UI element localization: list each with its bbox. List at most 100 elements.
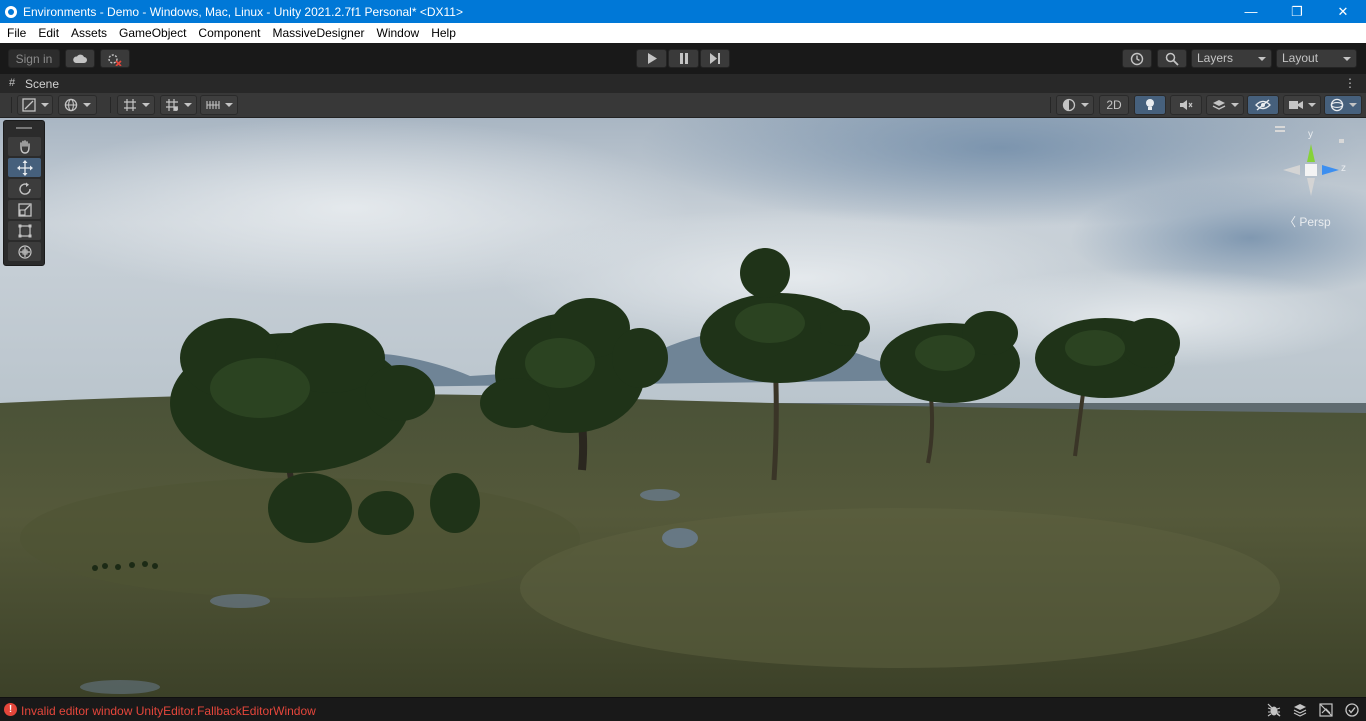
- play-icon: [647, 53, 657, 64]
- chevron-down-icon: [1258, 57, 1266, 61]
- effects-dropdown[interactable]: [1206, 95, 1244, 115]
- tab-options-button[interactable]: ⋮: [1344, 76, 1356, 90]
- toolbar-divider: [11, 97, 12, 113]
- scene-toolbar: 2D: [0, 93, 1366, 118]
- gizmo-y-label: y: [1308, 129, 1313, 140]
- scene-grid-icon: #: [9, 77, 16, 89]
- camera-icon: [1288, 101, 1303, 109]
- chevron-down-icon: [184, 103, 192, 107]
- move-arrows-icon: [16, 159, 33, 176]
- scene-tab-bar: # Scene ⋮: [0, 73, 1366, 93]
- rect-tool[interactable]: [8, 221, 41, 240]
- move-tool[interactable]: [8, 158, 41, 177]
- shading-sphere-icon: [1062, 98, 1075, 112]
- ruler-icon: [205, 101, 220, 109]
- scene-visibility-button[interactable]: [1247, 95, 1279, 115]
- chevron-down-icon: [1343, 57, 1351, 61]
- pause-button[interactable]: [668, 49, 699, 68]
- audio-toggle-button[interactable]: [1170, 95, 1202, 115]
- unity-logo-icon: [5, 5, 17, 18]
- globe-icon: [64, 98, 78, 112]
- restore-button[interactable]: ❐: [1274, 0, 1320, 23]
- eye-hidden-icon: [1255, 99, 1271, 111]
- scene-render: [0, 118, 1366, 697]
- play-button[interactable]: [636, 49, 667, 68]
- scene-viewport[interactable]: [0, 118, 1366, 697]
- lighting-toggle-button[interactable]: [1134, 95, 1166, 115]
- cloud-button[interactable]: [65, 49, 95, 68]
- chevron-down-icon: [1307, 103, 1316, 107]
- grid-snap-dropdown[interactable]: [117, 95, 155, 115]
- menu-bar: File Edit Assets GameObject Component Ma…: [0, 23, 1366, 43]
- shading-mode-dropdown[interactable]: [1056, 95, 1094, 115]
- rotate-tool[interactable]: [8, 179, 41, 198]
- menu-gameobject[interactable]: GameObject: [113, 23, 192, 43]
- gizmos-dropdown[interactable]: [1324, 95, 1362, 115]
- hand-tool[interactable]: [8, 137, 41, 156]
- menu-window[interactable]: Window: [371, 23, 426, 43]
- grid-visibility-dropdown[interactable]: [160, 95, 197, 115]
- layers-icon: [1293, 704, 1307, 717]
- auto-generate-lighting-button[interactable]: [1344, 702, 1360, 718]
- search-button[interactable]: [1157, 49, 1187, 68]
- step-icon: [709, 53, 720, 64]
- grid-icon: [166, 99, 178, 111]
- progress-button[interactable]: [1292, 702, 1308, 718]
- menu-assets[interactable]: Assets: [65, 23, 113, 43]
- increment-snap-dropdown[interactable]: [200, 95, 238, 115]
- menu-file[interactable]: File: [1, 23, 32, 43]
- cache-server-button[interactable]: [1318, 702, 1334, 718]
- close-button[interactable]: ✕: [1320, 0, 1366, 23]
- history-icon: [1130, 52, 1144, 65]
- tab-scene[interactable]: Scene: [25, 77, 59, 91]
- error-icon: !: [4, 703, 17, 716]
- pivot-dropdown[interactable]: [58, 95, 97, 115]
- layout-dropdown[interactable]: Layout: [1276, 49, 1357, 68]
- menu-component[interactable]: Component: [192, 23, 266, 43]
- overlay-drag-handle[interactable]: [16, 127, 32, 129]
- network-icon: [1319, 703, 1333, 717]
- minimize-button[interactable]: —: [1228, 0, 1274, 23]
- menu-help[interactable]: Help: [425, 23, 462, 43]
- scale-icon: [17, 202, 32, 217]
- scale-tool[interactable]: [8, 200, 41, 219]
- audio-mute-icon: [1180, 100, 1193, 110]
- draw-mode-icon: [21, 98, 36, 112]
- layers-dropdown[interactable]: Layers: [1191, 49, 1272, 68]
- transform-tool[interactable]: [8, 242, 41, 261]
- hand-icon: [19, 139, 30, 154]
- menu-edit[interactable]: Edit: [32, 23, 65, 43]
- undo-history-button[interactable]: [1122, 49, 1152, 68]
- chevron-down-icon: [224, 103, 233, 107]
- grid-snap-icon: [123, 99, 136, 111]
- chevron-down-icon: [1348, 103, 1357, 107]
- transform-combined-icon: [17, 244, 32, 259]
- collab-button[interactable]: [100, 49, 130, 68]
- chevron-down-icon: [1230, 103, 1239, 107]
- chevron-down-icon: [1080, 103, 1089, 107]
- sign-in-button[interactable]: Sign in: [8, 49, 60, 68]
- draw-mode-dropdown[interactable]: [17, 95, 53, 115]
- toolbar-divider: [1050, 97, 1051, 113]
- window-title: Environments - Demo - Windows, Mac, Linu…: [23, 4, 463, 19]
- chevron-down-icon: [40, 103, 49, 107]
- menu-massivedesigner[interactable]: MassiveDesigner: [266, 23, 370, 43]
- step-button[interactable]: [700, 49, 730, 68]
- main-toolbar: Sign in Layers Layout: [0, 43, 1366, 73]
- pause-icon: [679, 53, 688, 64]
- camera-dropdown[interactable]: [1283, 95, 1321, 115]
- bug-icon: [1267, 703, 1281, 717]
- rotate-icon: [18, 182, 31, 195]
- toggle-2d-button[interactable]: 2D: [1099, 95, 1129, 115]
- transform-tools-overlay: [3, 120, 45, 266]
- effects-layers-icon: [1212, 100, 1225, 110]
- debug-mode-button[interactable]: [1266, 702, 1282, 718]
- title-bar: Environments - Demo - Windows, Mac, Linu…: [0, 0, 1366, 23]
- console-message[interactable]: Invalid editor window UnityEditor.Fallba…: [21, 704, 316, 718]
- toolbar-divider: [110, 97, 111, 113]
- search-icon: [1165, 52, 1179, 66]
- layers-label: Layers: [1197, 51, 1234, 65]
- gizmos-globe-icon: [1330, 98, 1343, 112]
- projection-label[interactable]: 〈 Persp: [1284, 213, 1331, 230]
- rect-transform-icon: [18, 224, 31, 237]
